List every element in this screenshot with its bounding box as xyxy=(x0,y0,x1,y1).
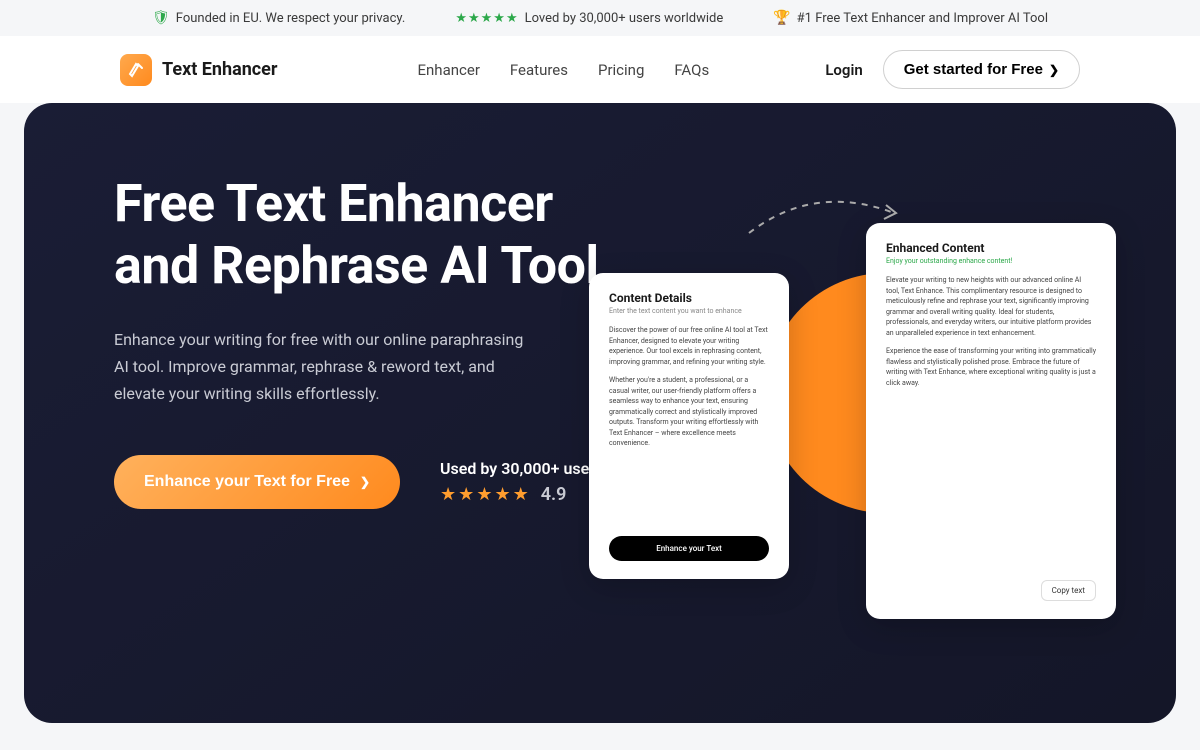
content-details-card: Content Details Enter the text content y… xyxy=(589,273,789,579)
rank-badge: 🏆 #1 Free Text Enhancer and Improver AI … xyxy=(773,10,1048,26)
card-title: Content Details xyxy=(609,291,769,305)
card-paragraph: Discover the power of our free online AI… xyxy=(609,325,769,367)
card-title: Enhanced Content xyxy=(886,241,1096,255)
usedby-text: Used by 30,000+ users xyxy=(440,459,603,478)
card-paragraph: Experience the ease of transforming your… xyxy=(886,346,1096,388)
chevron-right-icon: ❯ xyxy=(1049,63,1059,77)
brand-name: Text Enhancer xyxy=(162,59,278,80)
dashed-arrow-icon xyxy=(744,193,904,247)
get-started-button[interactable]: Get started for Free ❯ xyxy=(883,50,1080,89)
nav-enhancer[interactable]: Enhancer xyxy=(418,61,480,79)
card-paragraph: Elevate your writing to new heights with… xyxy=(886,275,1096,338)
copy-text-button[interactable]: Copy text xyxy=(1041,580,1096,601)
privacy-text: Founded in EU. We respect your privacy. xyxy=(176,11,406,26)
main-nav: Enhancer Features Pricing FAQs xyxy=(418,61,710,79)
top-announcement-bar: 🛡 Founded in EU. We respect your privacy… xyxy=(0,0,1200,36)
rating-stars-icon: ★★★★★ xyxy=(440,484,531,505)
nav-pricing[interactable]: Pricing xyxy=(598,61,644,79)
loved-badge: ★★★★★ Loved by 30,000+ users worldwide xyxy=(455,10,723,26)
header-actions: Login Get started for Free ❯ xyxy=(825,50,1080,89)
hero-subtitle: Enhance your writing for free with our o… xyxy=(114,326,534,408)
hero-illustration: Content Details Enter the text content y… xyxy=(644,173,1086,663)
enhanced-content-card: Enhanced Content Enjoy your outstanding … xyxy=(866,223,1116,619)
enhance-text-button[interactable]: Enhance your Text for Free ❯ xyxy=(114,455,400,509)
chevron-right-icon: ❯ xyxy=(360,475,370,489)
enhance-text-label: Enhance your Text for Free xyxy=(144,473,350,491)
rank-text: #1 Free Text Enhancer and Improver AI To… xyxy=(797,11,1048,26)
hero-cta-row: Enhance your Text for Free ❯ Used by 30,… xyxy=(114,455,614,509)
shield-icon: 🛡 xyxy=(152,10,170,26)
stars-icon: ★★★★★ xyxy=(455,11,518,26)
get-started-label: Get started for Free xyxy=(904,61,1043,78)
nav-features[interactable]: Features xyxy=(510,61,568,79)
brand-logo[interactable]: Text Enhancer xyxy=(120,54,278,86)
enhance-your-text-button[interactable]: Enhance your Text xyxy=(609,536,769,561)
card-subtitle: Enjoy your outstanding enhance content! xyxy=(886,257,1096,265)
loved-text: Loved by 30,000+ users worldwide xyxy=(525,11,724,26)
hero-title: Free Text Enhancer and Rephrase AI Tool xyxy=(114,173,614,298)
card-subtitle: Enter the text content you want to enhan… xyxy=(609,307,769,315)
logo-icon xyxy=(120,54,152,86)
rating-block: Used by 30,000+ users ★★★★★ 4.9 xyxy=(440,459,603,505)
trophy-icon: 🏆 xyxy=(773,10,790,26)
privacy-badge: 🛡 Founded in EU. We respect your privacy… xyxy=(152,10,405,26)
main-header: Text Enhancer Enhancer Features Pricing … xyxy=(0,36,1200,103)
hero-section: Free Text Enhancer and Rephrase AI Tool … xyxy=(24,103,1176,723)
card-body: Elevate your writing to new heights with… xyxy=(886,275,1096,388)
rating-value: 4.9 xyxy=(541,484,567,505)
nav-faqs[interactable]: FAQs xyxy=(674,61,709,79)
hero-content: Free Text Enhancer and Rephrase AI Tool … xyxy=(114,173,614,663)
login-link[interactable]: Login xyxy=(825,61,862,79)
